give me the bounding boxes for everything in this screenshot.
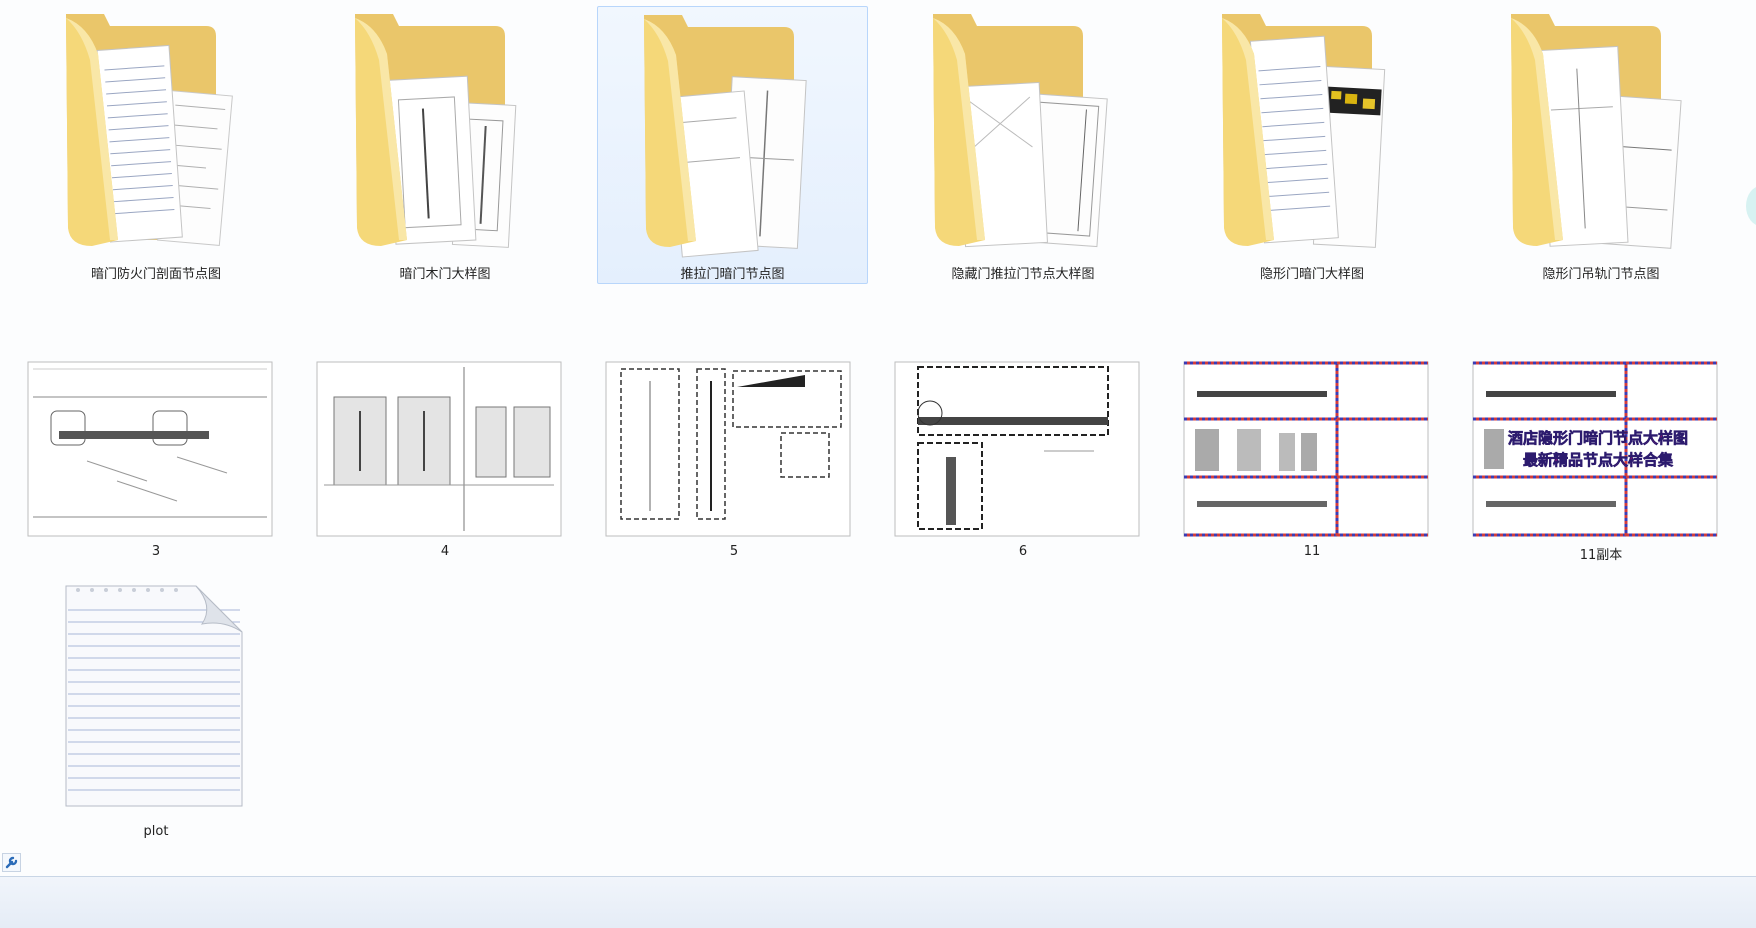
folder-item[interactable]: 隐形门吊轨门节点图	[1467, 6, 1735, 282]
folder-icon	[66, 14, 233, 246]
text-document-icon	[65, 585, 243, 807]
folder-icon	[355, 14, 517, 248]
drawing-thumbnail	[605, 361, 851, 537]
folder-label: 隐藏门推拉门节点大样图	[951, 267, 1095, 282]
image-label: 11	[1303, 544, 1321, 559]
folder-item[interactable]: 暗门木门大样图	[311, 6, 579, 282]
folder-icon	[644, 15, 807, 258]
image-label: 3	[151, 544, 161, 559]
image-label: 6	[1018, 544, 1028, 559]
folder-label: 暗门木门大样图	[399, 267, 491, 282]
image-item[interactable]: 酒店隐形门暗门节点大样图 最新精品节点大样合集 11副本	[1467, 356, 1735, 563]
folder-icon	[1222, 14, 1386, 248]
drawing-thumbnail	[894, 361, 1140, 537]
folder-label: 隐形门吊轨门节点图	[1542, 267, 1660, 282]
image-label: 5	[729, 544, 739, 559]
file-item[interactable]: plot	[22, 574, 290, 844]
image-item[interactable]: 11	[1178, 356, 1446, 562]
image-label: 11副本	[1579, 548, 1623, 563]
wrench-icon[interactable]	[2, 853, 21, 872]
drawing-thumbnail	[316, 361, 562, 537]
overlay-title-line-2: 最新精品节点大样合集	[1523, 451, 1674, 469]
image-item[interactable]: 6	[889, 356, 1157, 562]
image-label: 4	[440, 544, 450, 559]
image-item[interactable]: 5	[600, 356, 868, 562]
folder-label: 推拉门暗门节点图	[680, 267, 785, 282]
folder-label: 暗门防火门剖面节点图	[90, 267, 221, 282]
folder-item[interactable]: 隐形门暗门大样图	[1178, 6, 1446, 282]
folder-item-selected[interactable]: 推拉门暗门节点图	[597, 6, 868, 284]
file-view-pane: 暗门防火门剖面节点图 暗门木门大样图 推拉门暗门节点图 隐藏门推拉门节点大样图 …	[0, 0, 1756, 876]
edge-indicator	[1746, 186, 1756, 226]
drawing-thumbnail	[27, 361, 273, 537]
image-item[interactable]: 4	[311, 356, 579, 562]
folder-label: 隐形门暗门大样图	[1259, 267, 1364, 282]
file-label: plot	[143, 824, 169, 839]
image-item[interactable]: 3	[22, 356, 290, 562]
overlay-title-line-1: 酒店隐形门暗门节点大样图	[1508, 429, 1688, 447]
folder-item[interactable]: 隐藏门推拉门节点大样图	[889, 6, 1157, 282]
drawing-thumbnail: 酒店隐形门暗门节点大样图 最新精品节点大样合集	[1472, 361, 1718, 537]
folder-icon	[933, 14, 1108, 248]
drawing-thumbnail	[1183, 361, 1429, 537]
folder-item[interactable]: 暗门防火门剖面节点图	[22, 6, 290, 282]
status-bar	[0, 876, 1756, 928]
folder-icon	[1511, 14, 1682, 249]
